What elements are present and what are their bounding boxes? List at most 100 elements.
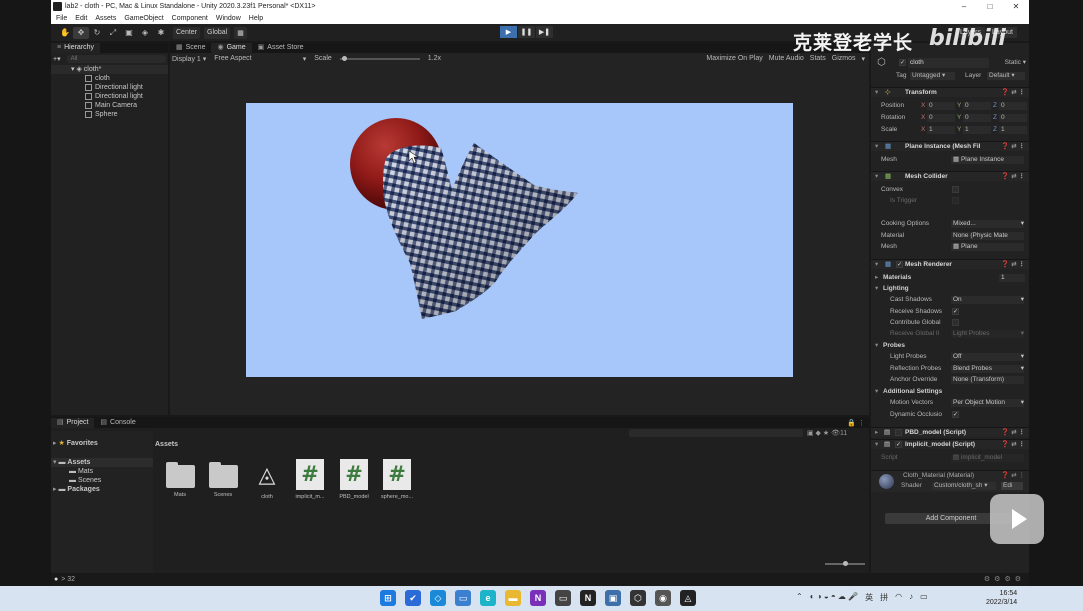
- is-trigger-checkbox[interactable]: [952, 197, 959, 204]
- scale-slider-knob[interactable]: [341, 56, 347, 61]
- implicit-script-header[interactable]: ▾ ▤ ✓ Implicit_model (Script) ❓ ⇄ ⋮: [871, 439, 1029, 449]
- component-menu-icons[interactable]: ❓ ⇄ ⋮: [1001, 142, 1025, 151]
- tree-item-mats[interactable]: ▬ Mats: [51, 467, 153, 476]
- mesh-collider-header[interactable]: ▾ ▦ Mesh Collider ❓ ⇄ ⋮: [871, 171, 1029, 181]
- component-menu-icons[interactable]: ❓ ⇄ ⋮: [1001, 440, 1025, 449]
- menu-assets[interactable]: Assets: [95, 15, 116, 22]
- vscode-icon[interactable]: ◇: [430, 590, 446, 606]
- edge-icon[interactable]: e: [480, 590, 496, 606]
- foldout-icon[interactable]: ▾: [875, 142, 878, 151]
- tray-apps-icons[interactable]: ◐ ◑ ◒ ◓ ☁ 🎤: [810, 592, 858, 603]
- taskbar-clock[interactable]: 16:54 2022/3/14: [986, 589, 1017, 607]
- scale-z-field[interactable]: 1: [999, 126, 1027, 134]
- transform-header[interactable]: ▾ ⊹ Transform ❓ ⇄ ⋮: [871, 87, 1029, 97]
- tab-game[interactable]: ◉ Game: [211, 43, 252, 53]
- contribute-gi-checkbox[interactable]: [952, 319, 959, 326]
- menu-component[interactable]: Component: [172, 15, 208, 22]
- rect-tool-icon[interactable]: ▣: [121, 27, 137, 39]
- mesh-renderer-enabled-checkbox[interactable]: ✓: [896, 261, 903, 268]
- dynamic-occlusion-checkbox[interactable]: ✓: [952, 411, 959, 418]
- space-toggle[interactable]: Global: [204, 26, 231, 39]
- anchor-override-field[interactable]: None (Transform): [951, 376, 1024, 384]
- asset-item[interactable]: # PBD_model: [334, 459, 374, 505]
- hierarchy-search-input[interactable]: All: [66, 54, 166, 63]
- menu-help[interactable]: Help: [249, 15, 263, 22]
- edit-shader-button[interactable]: Edi: [1001, 482, 1023, 490]
- cast-shadows-dropdown[interactable]: On ▾: [951, 296, 1024, 304]
- menu-gameobject[interactable]: GameObject: [124, 15, 163, 22]
- battery-icon[interactable]: ▭: [920, 592, 928, 603]
- panel-menu-icon[interactable]: 🔒 ⋮: [847, 419, 865, 427]
- unity-editor-icon[interactable]: ◬: [680, 590, 696, 606]
- unity-hub-icon[interactable]: ⬡: [630, 590, 646, 606]
- foldout-icon[interactable]: ▾: [875, 341, 878, 351]
- icon-size-slider[interactable]: [825, 561, 865, 566]
- position-x-field[interactable]: 0: [927, 102, 955, 110]
- scale-y-field[interactable]: 1: [963, 126, 991, 134]
- foldout-icon[interactable]: ▾: [875, 88, 878, 97]
- tray-chevron-icon[interactable]: ⌃: [796, 592, 803, 603]
- shader-dropdown[interactable]: Custom/cloth_sh ▾: [932, 482, 996, 490]
- volume-icon[interactable]: ♪: [909, 592, 913, 603]
- mesh-renderer-header[interactable]: ▾ ▦ ✓ Mesh Renderer ❓ ⇄ ⋮: [871, 259, 1029, 269]
- custom-tool-icon[interactable]: ✱: [153, 27, 169, 39]
- rotation-x-field[interactable]: 0: [927, 114, 955, 122]
- add-object-icon[interactable]: +▾: [53, 55, 61, 63]
- receive-shadows-checkbox[interactable]: ✓: [952, 308, 959, 315]
- terminal-icon[interactable]: ▭: [555, 590, 571, 606]
- menu-file[interactable]: File: [56, 15, 67, 22]
- tab-console[interactable]: ▤ Console: [94, 418, 141, 428]
- hierarchy-item[interactable]: Directional light: [51, 92, 168, 101]
- scale-slider[interactable]: [339, 56, 420, 61]
- rotation-y-field[interactable]: 0: [963, 114, 991, 122]
- video-play-button[interactable]: [990, 494, 1044, 544]
- tab-hierarchy[interactable]: ≡ Hierarchy: [51, 43, 101, 53]
- scene-expand-icon[interactable]: ▾ ◈: [71, 66, 84, 73]
- hand-tool-icon[interactable]: ✋: [57, 27, 73, 39]
- status-icons[interactable]: ⚙⚙⚙⚙: [984, 575, 1025, 583]
- transform-tool-icon[interactable]: ◈: [137, 27, 153, 39]
- foldout-icon[interactable]: ▾: [875, 387, 878, 397]
- minimize-button[interactable]: –: [951, 0, 977, 13]
- windows-start-icon[interactable]: ⊞: [380, 590, 396, 606]
- move-tool-icon[interactable]: ✥: [73, 26, 89, 39]
- foldout-icon[interactable]: ▾: [875, 284, 878, 294]
- mesh-filter-header[interactable]: ▾ ▦ Plane Instance (Mesh Fil ❓ ⇄ ⋮: [871, 141, 1029, 151]
- maximize-button[interactable]: □: [977, 0, 1003, 13]
- rotate-tool-icon[interactable]: ↻: [89, 27, 105, 39]
- foldout-icon[interactable]: ▸: [875, 428, 878, 437]
- favorites-row[interactable]: ▸ ★ Favorites: [51, 439, 153, 448]
- file-explorer-icon[interactable]: ▬: [505, 590, 521, 606]
- foldout-icon[interactable]: ▾: [875, 440, 878, 449]
- tree-item-assets[interactable]: ▾ ▬ Assets: [51, 458, 153, 467]
- probes-section[interactable]: ▾ Probes: [871, 341, 1029, 351]
- pivot-toggle[interactable]: Center: [173, 26, 201, 39]
- lighting-section[interactable]: ▾ Lighting: [871, 284, 1029, 294]
- layer-dropdown[interactable]: Default ▾: [987, 72, 1025, 80]
- collider-mesh-field[interactable]: ▦ Plane: [951, 243, 1024, 251]
- ime-indicator[interactable]: 英: [865, 592, 873, 603]
- foldout-icon[interactable]: ▾: [875, 172, 878, 181]
- scale-tool-icon[interactable]: ⤢: [105, 27, 121, 39]
- asset-item[interactable]: # sphere_mo...: [377, 459, 417, 505]
- convex-checkbox[interactable]: [952, 186, 959, 193]
- tag-dropdown[interactable]: Untagged ▾: [910, 72, 955, 80]
- gizmos-dropdown[interactable]: Gizmos: [832, 55, 856, 62]
- rotation-z-field[interactable]: 0: [999, 114, 1027, 122]
- scale-x-field[interactable]: 1: [927, 126, 955, 134]
- menu-edit[interactable]: Edit: [75, 15, 87, 22]
- aspect-dropdown[interactable]: Free Aspect ▾: [214, 55, 306, 63]
- component-menu-icons[interactable]: ❓ ⇄ ⋮: [1001, 471, 1025, 481]
- grid-snap-button[interactable]: ▦: [234, 26, 247, 39]
- asset-item[interactable]: # implicit_m...: [290, 459, 330, 505]
- active-checkbox[interactable]: ✓: [899, 59, 906, 66]
- foldout-icon[interactable]: ▾: [875, 260, 878, 269]
- implicit-enabled-checkbox[interactable]: ✓: [895, 441, 902, 448]
- close-button[interactable]: ✕: [1003, 0, 1029, 13]
- pbd-enabled-checkbox[interactable]: [895, 429, 902, 436]
- position-y-field[interactable]: 0: [963, 102, 991, 110]
- pbd-script-header[interactable]: ▸ ▤ PBD_model (Script) ❓ ⇄ ⋮: [871, 427, 1029, 437]
- notion-icon[interactable]: N: [580, 590, 596, 606]
- game-viewport[interactable]: [246, 103, 793, 377]
- ime-mode-indicator[interactable]: 拼: [880, 592, 888, 603]
